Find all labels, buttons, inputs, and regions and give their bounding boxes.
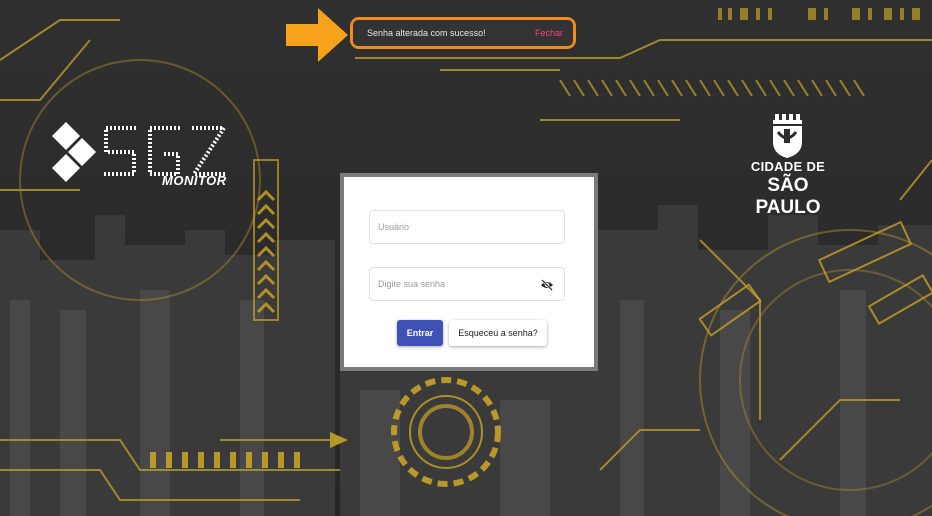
password-field[interactable] [369,267,565,301]
eye-off-icon[interactable] [540,278,554,292]
city-crest-icon [773,114,802,158]
sgz-monitor-label: MONITOR [162,173,227,188]
username-field[interactable] [369,210,565,244]
snackbar: Senha alterada com sucesso! Fechar [353,20,573,46]
login-card: Entrar Esqueceu a senha? [340,173,598,371]
city-name-line1: CIDADE DE [750,159,826,174]
annotation-arrow [286,8,348,62]
username-input[interactable] [378,211,528,243]
password-input[interactable] [378,268,528,300]
forgot-password-button[interactable]: Esqueceu a senha? [449,320,547,346]
snackbar-message: Senha alterada com sucesso! [367,28,486,38]
login-button[interactable]: Entrar [397,320,443,346]
snackbar-close-button[interactable]: Fechar [535,28,563,38]
city-name-line2: SÃO PAULO [755,175,821,218]
